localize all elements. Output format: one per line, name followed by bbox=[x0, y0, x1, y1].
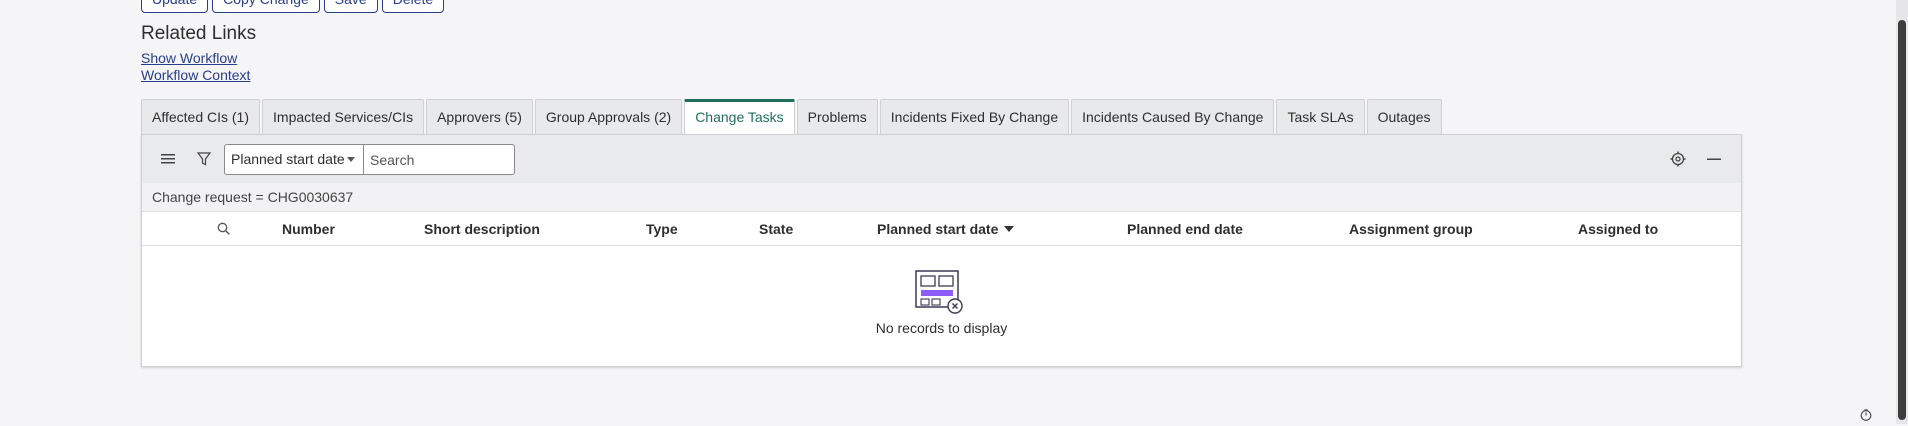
sort-descending-icon bbox=[1004, 226, 1015, 232]
timer-icon[interactable] bbox=[1860, 408, 1872, 426]
tab-affected-cis[interactable]: Affected CIs (1) bbox=[141, 99, 261, 135]
list-search-input[interactable] bbox=[364, 144, 515, 175]
search-field-select[interactable]: Planned start date bbox=[224, 144, 364, 175]
list-header-row: Number Short description Type State Plan… bbox=[142, 213, 1741, 246]
tab-impacted-services[interactable]: Impacted Services/CIs bbox=[262, 99, 425, 135]
column-header-planned-start-date-label: Planned start date bbox=[877, 221, 999, 237]
tab-incidents-caused[interactable]: Incidents Caused By Change bbox=[1071, 99, 1275, 135]
tab-approvers[interactable]: Approvers (5) bbox=[426, 99, 533, 135]
workflow-context-link[interactable]: Workflow Context bbox=[141, 67, 250, 83]
tab-incidents-fixed[interactable]: Incidents Fixed By Change bbox=[879, 99, 1070, 135]
empty-list-icon bbox=[915, 270, 963, 314]
form-action-buttons: Update Copy Change Save Delete bbox=[141, 0, 445, 13]
related-links-title: Related Links bbox=[141, 23, 257, 44]
empty-list-message: No records to display bbox=[875, 320, 1008, 336]
show-workflow-link[interactable]: Show Workflow bbox=[141, 50, 237, 66]
column-header-assignment-group[interactable]: Assignment group bbox=[1349, 213, 1473, 245]
column-search-icon[interactable] bbox=[217, 213, 230, 245]
tab-problems[interactable]: Problems bbox=[796, 99, 878, 135]
column-header-short-description[interactable]: Short description bbox=[424, 213, 540, 245]
tab-change-tasks[interactable]: Change Tasks bbox=[684, 99, 795, 136]
filter-breadcrumb[interactable]: Change request = CHG0030637 bbox=[142, 183, 1741, 212]
column-header-state[interactable]: State bbox=[759, 213, 793, 245]
delete-button[interactable]: Delete bbox=[381, 0, 445, 13]
search-field-select-value: Planned start date bbox=[231, 151, 345, 167]
copy-change-button[interactable]: Copy Change bbox=[212, 0, 320, 13]
column-header-planned-start-date[interactable]: Planned start date bbox=[877, 213, 1015, 245]
chevron-down-icon bbox=[347, 157, 355, 162]
gear-icon[interactable] bbox=[1667, 148, 1689, 170]
related-list-tabs: Affected CIs (1) Impacted Services/CIs A… bbox=[141, 99, 1444, 136]
filter-icon[interactable] bbox=[193, 148, 215, 170]
column-header-planned-end-date[interactable]: Planned end date bbox=[1127, 213, 1243, 245]
tab-group-approvals[interactable]: Group Approvals (2) bbox=[534, 99, 683, 135]
list-toolbar: Planned start date bbox=[142, 135, 1741, 183]
page-scrollbar[interactable] bbox=[1896, 0, 1908, 424]
save-button[interactable]: Save bbox=[323, 0, 378, 13]
update-button[interactable]: Update bbox=[141, 0, 209, 13]
column-header-number[interactable]: Number bbox=[282, 213, 335, 245]
scrollbar-thumb[interactable] bbox=[1898, 20, 1906, 420]
column-header-type[interactable]: Type bbox=[646, 213, 678, 245]
column-header-assigned-to[interactable]: Assigned to bbox=[1578, 213, 1658, 245]
tab-task-slas[interactable]: Task SLAs bbox=[1276, 99, 1365, 135]
change-tasks-list-panel: Planned start date Change request = CHG0… bbox=[141, 134, 1742, 367]
collapse-icon[interactable] bbox=[1703, 148, 1725, 170]
hamburger-menu-icon[interactable] bbox=[157, 148, 179, 170]
tab-outages[interactable]: Outages bbox=[1366, 99, 1442, 135]
